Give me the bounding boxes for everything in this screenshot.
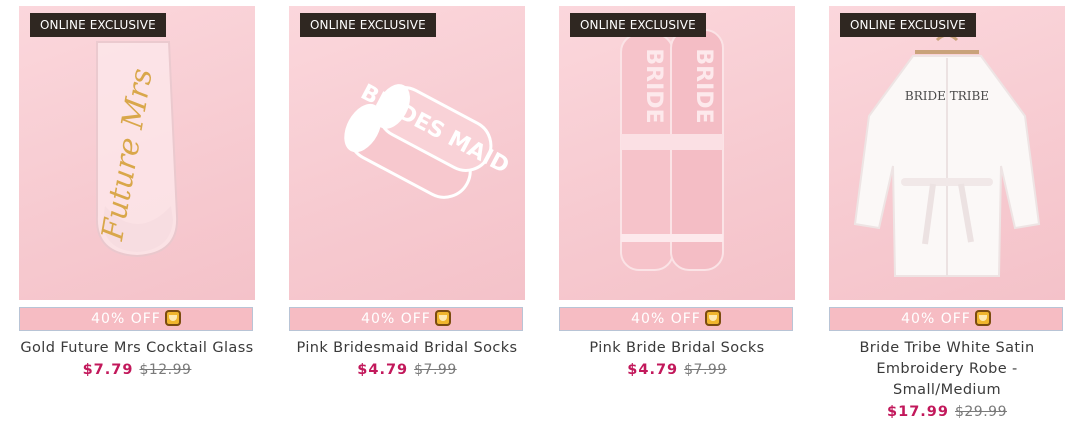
robe-print-text: BRIDE TRIBE xyxy=(905,89,989,103)
product-image-cocktail-glass[interactable]: Future Mrs ONLINE EXCLUSIVE xyxy=(19,6,255,300)
discount-label: 40% OFF xyxy=(901,311,971,327)
original-price: $7.99 xyxy=(414,362,457,378)
online-exclusive-badge: ONLINE EXCLUSIVE xyxy=(570,13,706,37)
original-price: $7.99 xyxy=(684,362,727,378)
emoji-icon xyxy=(704,310,721,326)
online-exclusive-badge: ONLINE EXCLUSIVE xyxy=(840,13,976,37)
product-grid: Future Mrs ONLINE EXCLUSIVE 40% OFF Gold… xyxy=(0,0,1080,426)
product-image-satin-robe[interactable]: BRIDE TRIBE ONLINE EXCLUSIVE xyxy=(829,6,1065,300)
online-exclusive-badge: ONLINE EXCLUSIVE xyxy=(300,13,436,37)
product-name-link[interactable]: Bride Tribe White Satin Embroidery Robe … xyxy=(829,338,1065,401)
price-row: $17.99 $29.99 xyxy=(829,404,1065,420)
product-image-bride-socks[interactable]: BRIDE BRIDE ONLINE EXCLUSIVE xyxy=(559,6,795,300)
discount-banner: 40% OFF xyxy=(289,307,523,331)
product-name-link[interactable]: Pink Bride Bridal Socks xyxy=(559,338,795,359)
discount-label: 40% OFF xyxy=(91,311,161,327)
product-image-bridesmaid-socks[interactable]: BRIDES MAID ONLINE EXCLUSIVE xyxy=(289,6,525,300)
emoji-icon xyxy=(434,310,451,326)
price-row: $7.79 $12.99 xyxy=(19,362,255,378)
emoji-icon xyxy=(974,310,991,326)
discount-banner: 40% OFF xyxy=(829,307,1063,331)
discount-label: 40% OFF xyxy=(631,311,701,327)
discount-banner: 40% OFF xyxy=(19,307,253,331)
product-name-link[interactable]: Pink Bridesmaid Bridal Socks xyxy=(289,338,525,359)
emoji-icon xyxy=(164,310,181,326)
product-card[interactable]: Future Mrs ONLINE EXCLUSIVE 40% OFF Gold… xyxy=(19,6,255,378)
product-card[interactable]: BRIDE BRIDE ONLINE EXCLUSIVE 40% OFF Pin… xyxy=(559,6,795,378)
online-exclusive-badge: ONLINE EXCLUSIVE xyxy=(30,13,166,37)
original-price: $29.99 xyxy=(954,404,1007,420)
price-row: $4.79 $7.99 xyxy=(559,362,795,378)
original-price: $12.99 xyxy=(139,362,192,378)
sale-price: $4.79 xyxy=(627,362,679,378)
sock-print-text: BRIDE xyxy=(641,48,666,123)
product-card[interactable]: BRIDES MAID ONLINE EXCLUSIVE 40% OFF Pin… xyxy=(289,6,525,378)
sale-price: $17.99 xyxy=(887,404,949,420)
sale-price: $4.79 xyxy=(357,362,409,378)
discount-label: 40% OFF xyxy=(361,311,431,327)
sale-price: $7.79 xyxy=(82,362,134,378)
product-name-link[interactable]: Gold Future Mrs Cocktail Glass xyxy=(19,338,255,359)
discount-banner: 40% OFF xyxy=(559,307,793,331)
sock-print-text: BRIDE xyxy=(691,48,716,123)
product-card[interactable]: BRIDE TRIBE ONLINE EXCLUSIVE 40% OFF Bri… xyxy=(829,6,1065,420)
price-row: $4.79 $7.99 xyxy=(289,362,525,378)
